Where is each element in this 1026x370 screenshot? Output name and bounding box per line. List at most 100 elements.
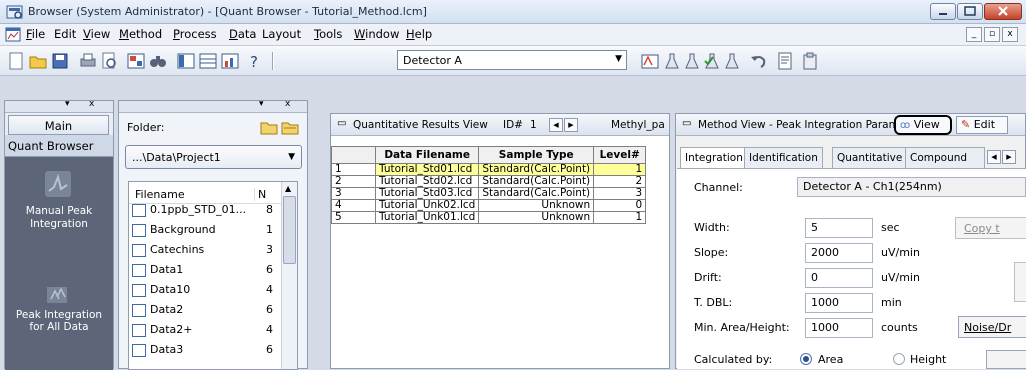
- tdbl-input[interactable]: 1000: [805, 293, 873, 313]
- print-icon[interactable]: [78, 51, 98, 71]
- open-folder-icon[interactable]: [28, 51, 48, 71]
- flask-icon-2[interactable]: [682, 51, 702, 71]
- maximize-button[interactable]: [957, 3, 983, 20]
- table-row[interactable]: 2 Tutorial_Std02.lcd Standard(Calc.Point…: [331, 175, 647, 188]
- folder-browse-icon[interactable]: [280, 118, 300, 136]
- id-prev-button[interactable]: ◀: [549, 118, 563, 132]
- cell-level[interactable]: 3: [593, 187, 647, 200]
- tab-next-button[interactable]: ▶: [1002, 150, 1016, 164]
- min-area-input[interactable]: 1000: [805, 318, 873, 338]
- cell-sample-type[interactable]: Standard(Calc.Point): [478, 175, 595, 188]
- side-button[interactable]: [1014, 262, 1026, 302]
- mdi-restore-button[interactable]: ▫: [984, 27, 1000, 42]
- detector-select[interactable]: Detector A ▼: [397, 50, 627, 70]
- noise-drift-button[interactable]: Noise/Dr: [958, 316, 1026, 338]
- cell-filename[interactable]: Tutorial_Unk01.lcd: [374, 211, 480, 224]
- cell-level[interactable]: 1: [593, 211, 647, 224]
- cell-filename[interactable]: Tutorial_Std03.lcd: [374, 187, 480, 200]
- tab-compound[interactable]: Compound: [905, 147, 985, 169]
- manual-peak-integration-icon[interactable]: [43, 169, 73, 199]
- chart-view-icon[interactable]: [220, 51, 240, 71]
- channel-select[interactable]: Detector A - Ch1(254nm): [797, 177, 1026, 197]
- menu-window[interactable]: Window: [354, 27, 399, 41]
- main-panel-grip[interactable]: ▾ x: [5, 99, 113, 113]
- close-panel-icon[interactable]: x: [285, 99, 290, 109]
- radio-area[interactable]: [800, 353, 812, 365]
- row-number[interactable]: 1: [331, 163, 376, 176]
- cell-sample-type[interactable]: Unknown: [478, 211, 595, 224]
- row-number[interactable]: 2: [331, 175, 376, 188]
- report-icon[interactable]: [775, 51, 795, 71]
- flask-icon-3[interactable]: [722, 51, 742, 71]
- layout-icon[interactable]: [126, 51, 146, 71]
- binoculars-icon[interactable]: [148, 51, 168, 71]
- col-data-filename[interactable]: Data Filename: [374, 146, 480, 164]
- scroll-up-icon[interactable]: ▲: [285, 184, 291, 193]
- menu-file[interactable]: File: [26, 27, 45, 41]
- close-panel-icon[interactable]: x: [89, 99, 94, 109]
- file-row[interactable]: Data2 6: [132, 303, 282, 323]
- cell-sample-type[interactable]: Standard(Calc.Point): [478, 163, 595, 176]
- quant-browser-section[interactable]: Quant Browser: [5, 135, 113, 157]
- cell-filename[interactable]: Tutorial_Std01.lcd: [374, 163, 480, 176]
- cell-sample-type[interactable]: Unknown: [478, 199, 595, 212]
- row-number[interactable]: 3: [331, 187, 376, 200]
- file-row[interactable]: Data2+ 4: [132, 323, 282, 343]
- col-sample-type[interactable]: Sample Type: [478, 146, 595, 164]
- calc-options-button[interactable]: [986, 350, 1026, 369]
- menu-process[interactable]: Process: [173, 27, 217, 41]
- col-level[interactable]: Level#: [593, 146, 647, 164]
- table-row[interactable]: 4 Tutorial_Unk02.lcd Unknown 0: [331, 199, 647, 212]
- id-next-button[interactable]: ▶: [564, 118, 578, 132]
- clipboard-icon[interactable]: [800, 51, 820, 71]
- radio-height[interactable]: [893, 353, 905, 365]
- folder-up-icon[interactable]: [259, 118, 279, 136]
- minimize-button[interactable]: [930, 3, 956, 20]
- flask-check-icon[interactable]: [702, 51, 722, 71]
- cell-filename[interactable]: Tutorial_Unk02.lcd: [374, 199, 480, 212]
- cell-sample-type[interactable]: Standard(Calc.Point): [478, 187, 595, 200]
- edit-button[interactable]: ✎ Edit: [956, 116, 1008, 134]
- new-file-icon[interactable]: [6, 51, 26, 71]
- tab-identification[interactable]: Identification: [744, 147, 823, 169]
- file-row[interactable]: Background 1: [132, 223, 282, 243]
- menu-method[interactable]: Method: [119, 27, 162, 41]
- table-view-icon[interactable]: [198, 51, 218, 71]
- file-list-scrollbar[interactable]: ▲: [281, 182, 297, 369]
- panel-view-icon[interactable]: [176, 51, 196, 71]
- drift-input[interactable]: 0: [805, 268, 873, 288]
- folder-panel-grip[interactable]: ▾ x: [119, 99, 307, 113]
- menu-edit[interactable]: Edit: [54, 27, 76, 41]
- mdi-close-button[interactable]: x: [1002, 27, 1018, 42]
- tab-prev-button[interactable]: ◀: [987, 150, 1001, 164]
- table-row[interactable]: 3 Tutorial_Std03.lcd Standard(Calc.Point…: [331, 187, 647, 200]
- col-filename[interactable]: Filename: [135, 188, 185, 201]
- save-icon[interactable]: [50, 51, 70, 71]
- file-row[interactable]: Data3 6: [132, 343, 282, 363]
- print-preview-icon[interactable]: [99, 51, 119, 71]
- tab-quantitative[interactable]: Quantitative: [832, 147, 908, 169]
- menu-tools[interactable]: Tools: [314, 27, 342, 41]
- cell-filename[interactable]: Tutorial_Std02.lcd: [374, 175, 480, 188]
- menu-layout[interactable]: Layout: [262, 27, 301, 41]
- scroll-thumb[interactable]: [283, 196, 296, 264]
- col-n[interactable]: N: [254, 188, 266, 201]
- file-row[interactable]: Catechins 3: [132, 243, 282, 263]
- row-number[interactable]: 4: [331, 199, 376, 212]
- cell-level[interactable]: 2: [593, 175, 647, 188]
- menu-view[interactable]: View: [83, 27, 110, 41]
- file-row[interactable]: Data1 6: [132, 263, 282, 283]
- cell-level[interactable]: 1: [593, 163, 647, 176]
- file-row[interactable]: Data10 4: [132, 283, 282, 303]
- manual-peak-integration-label[interactable]: Manual Peak Integration: [9, 205, 109, 231]
- file-row[interactable]: 0.1ppb_STD_01... 8: [132, 203, 282, 223]
- dropdown-icon[interactable]: ▾: [259, 99, 264, 109]
- peak-table-icon[interactable]: [640, 51, 660, 71]
- row-number[interactable]: 5: [331, 211, 376, 224]
- slope-input[interactable]: 2000: [805, 243, 873, 263]
- main-panel-header[interactable]: Main: [8, 115, 109, 135]
- view-button[interactable]: ꝏ View: [894, 115, 952, 135]
- width-input[interactable]: 5: [805, 218, 873, 238]
- dropdown-icon[interactable]: ▾: [65, 99, 70, 109]
- menu-data[interactable]: Data: [229, 27, 256, 41]
